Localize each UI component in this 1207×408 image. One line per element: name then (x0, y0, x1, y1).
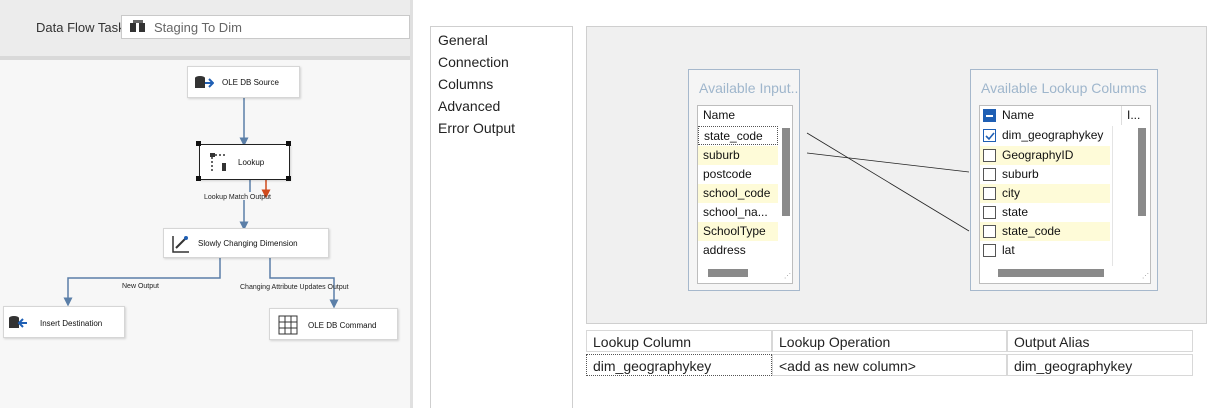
vertical-scrollbar[interactable] (782, 128, 790, 216)
available-input-table[interactable]: Name state_code suburb postcode school_c… (697, 105, 793, 284)
available-lookup-title: Available Lookup Columns (981, 80, 1147, 96)
page-error-output[interactable]: Error Output (438, 120, 515, 136)
column-checkbox[interactable] (983, 168, 996, 181)
available-input-box[interactable]: Available Input... Name state_code subur… (688, 69, 800, 291)
ole-db-command-node[interactable]: OLE DB Command (269, 308, 398, 340)
page-list: General Connection Columns Advanced Erro… (430, 26, 573, 408)
resize-grip[interactable]: ⋰ (784, 272, 792, 280)
scd-node[interactable]: Slowly Changing Dimension (163, 228, 329, 258)
available-lookup-row[interactable]: GeographyID (980, 146, 1110, 165)
column-divider (1112, 126, 1113, 266)
lookup-label: Lookup (238, 158, 265, 167)
select-all-checkbox[interactable] (983, 109, 996, 122)
name-header: Name (703, 108, 736, 122)
column-checkbox[interactable] (983, 206, 996, 219)
page-general[interactable]: General (438, 32, 488, 48)
scd-icon (172, 236, 189, 253)
available-input-header-row: Name (698, 106, 792, 125)
column-checkbox[interactable] (983, 149, 996, 162)
available-input-row[interactable]: school_na... (698, 203, 778, 222)
grid-header-lookup-operation[interactable]: Lookup Operation (772, 330, 1007, 352)
grid-header-lookup-column[interactable]: Lookup Column (586, 330, 772, 352)
available-input-row[interactable]: school_code (698, 184, 778, 203)
vertical-scrollbar[interactable] (1138, 128, 1146, 216)
grid-cell-lookup-operation[interactable]: <add as new column> (772, 354, 1007, 376)
resize-handle[interactable] (286, 141, 291, 146)
available-lookup-row[interactable]: dim_geographykey (980, 126, 1110, 145)
available-lookup-box[interactable]: Available Lookup Columns Name I... dim_g… (970, 69, 1158, 291)
changing-attribute-label: Changing Attribute Updates Output (240, 284, 349, 291)
page-columns[interactable]: Columns (438, 76, 493, 92)
available-input-row[interactable]: suburb (698, 146, 778, 165)
horizontal-scrollbar[interactable] (998, 269, 1104, 277)
lookup-node[interactable]: Lookup (196, 141, 291, 181)
command-icon (278, 315, 298, 335)
available-lookup-table[interactable]: Name I... dim_geographykey GeographyID s… (979, 105, 1151, 284)
data-flow-task-icon (130, 20, 145, 32)
grid-header-output-alias[interactable]: Output Alias (1007, 330, 1193, 352)
resize-handle[interactable] (286, 176, 291, 181)
new-output-label: New Output (122, 283, 159, 290)
lookup-match-output-label: Lookup Match Output (204, 194, 271, 201)
pane-divider[interactable] (410, 0, 413, 408)
available-input-row[interactable]: postcode (698, 165, 778, 184)
map-suburb (806, 152, 970, 173)
lookup-grid[interactable]: Lookup Column Lookup Operation Output Al… (586, 330, 1193, 378)
available-lookup-header-row: Name I... (980, 106, 1150, 125)
ole-db-source-node[interactable]: OLE DB Source (187, 66, 300, 98)
available-lookup-row[interactable]: lat (980, 241, 1110, 260)
lookup-icon (210, 153, 226, 173)
column-checkbox[interactable] (983, 244, 996, 257)
map-state-code (806, 132, 970, 232)
available-lookup-row[interactable]: suburb (980, 165, 1110, 184)
resize-grip[interactable]: ⋰ (1142, 272, 1150, 280)
column-checkbox[interactable] (983, 129, 996, 142)
page-connection[interactable]: Connection (438, 54, 509, 70)
task-combo-value: Staging To Dim (154, 20, 242, 35)
ole-db-source-label: OLE DB Source (222, 78, 279, 87)
changing-attribute-path (269, 258, 339, 309)
available-input-row[interactable]: address (698, 241, 778, 260)
task-bar: Data Flow Task: Staging To Dim (0, 0, 410, 60)
new-output-path (63, 258, 221, 307)
task-label: Data Flow Task: (36, 20, 129, 35)
insert-destination-label: Insert Destination (40, 319, 103, 328)
index-header: I... (1121, 106, 1140, 125)
available-input-row[interactable]: SchoolType (698, 222, 778, 241)
horizontal-scrollbar[interactable] (708, 269, 748, 277)
column-checkbox[interactable] (983, 187, 996, 200)
data-flow-canvas[interactable]: OLE DB Source Lookup Lookup Match Output… (0, 60, 410, 408)
available-lookup-row[interactable]: state (980, 203, 1110, 222)
available-lookup-row[interactable]: city (980, 184, 1110, 203)
column-mapping-area[interactable]: Available Input... Name state_code subur… (586, 26, 1207, 324)
resize-handle[interactable] (196, 176, 201, 181)
task-combo[interactable]: Staging To Dim (121, 15, 410, 39)
available-input-row[interactable]: state_code (698, 126, 778, 145)
resize-handle[interactable] (196, 141, 201, 146)
ole-db-command-label: OLE DB Command (308, 321, 377, 330)
insert-destination-node[interactable]: Insert Destination (3, 306, 125, 338)
scd-label: Slowly Changing Dimension (198, 239, 298, 248)
destination-icon (9, 316, 27, 328)
designer-pane: Data Flow Task: Staging To Dim OLE DB So… (0, 0, 410, 408)
page-advanced[interactable]: Advanced (438, 98, 500, 114)
available-lookup-row[interactable]: state_code (980, 222, 1110, 241)
grid-cell-output-alias[interactable]: dim_geographykey (1007, 354, 1193, 376)
source-icon (195, 76, 214, 88)
name-header: Name (1002, 108, 1035, 122)
grid-cell-lookup-column[interactable]: dim_geographykey (586, 354, 772, 376)
column-checkbox[interactable] (983, 225, 996, 238)
available-input-title: Available Input... (699, 80, 799, 96)
